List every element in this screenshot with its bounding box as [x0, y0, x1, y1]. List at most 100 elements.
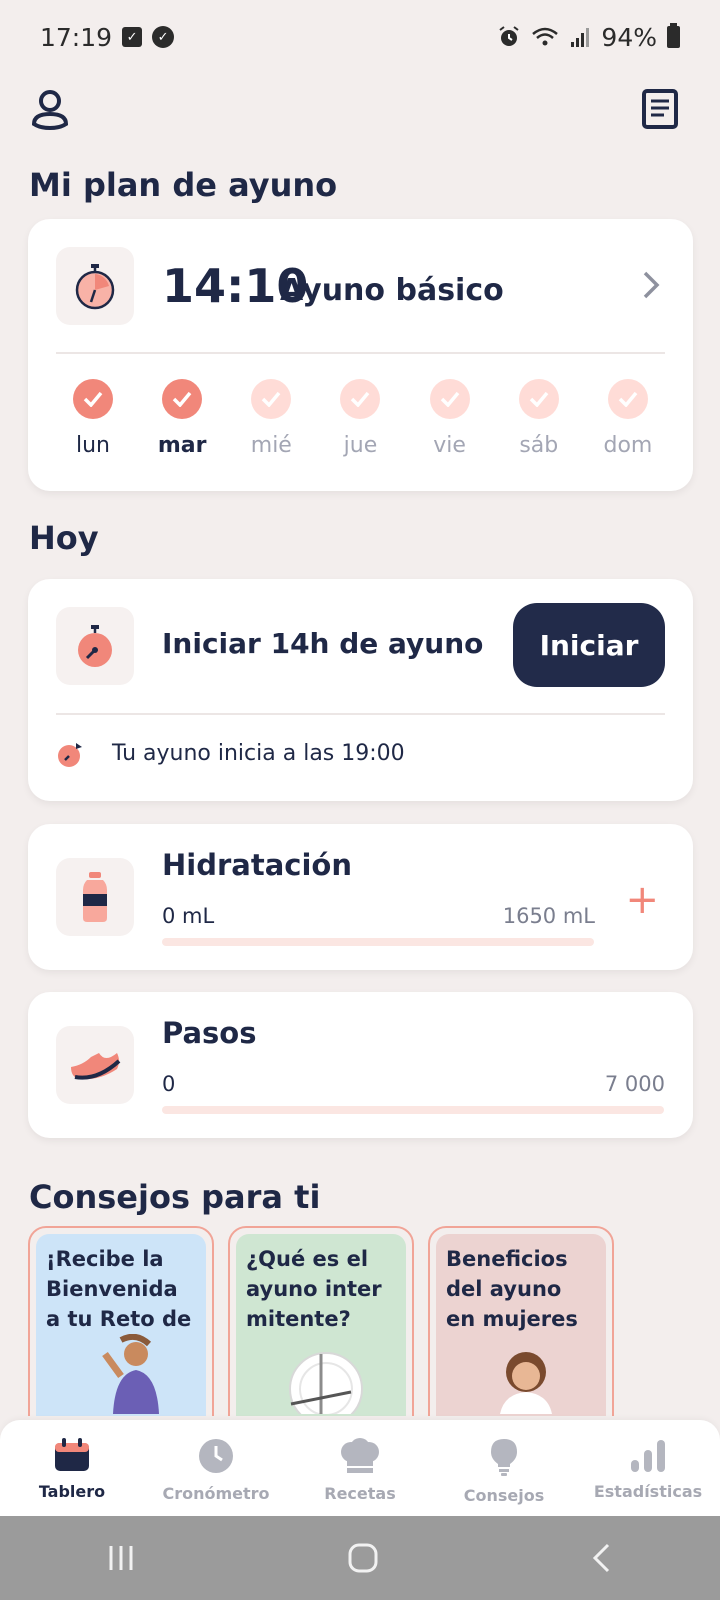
steps-current: 0 [162, 1072, 176, 1096]
nav-estadisticas[interactable]: Estadísticas [576, 1420, 720, 1516]
plan-name: Ayuno básico [280, 273, 504, 308]
bottom-navigation: Tablero Cronómetro Recetas Consejos Esta… [0, 1420, 720, 1516]
day-label: sáb [519, 433, 559, 458]
fast-start-icon [58, 743, 82, 767]
add-water-button[interactable]: + [625, 880, 659, 920]
plate-illustration [289, 1352, 363, 1414]
day-mar: mar [147, 379, 217, 458]
tip-card-title: ¡Recibe la Bienvenida a tu Reto de [46, 1247, 192, 1331]
day-sab: sáb [504, 379, 574, 458]
profile-button[interactable] [28, 87, 72, 131]
today-fast-title: Iniciar 14h de ayuno [162, 627, 484, 660]
plan-section-title: Mi plan de ayuno [29, 166, 338, 204]
notification-check-icon: ✓ [122, 27, 143, 47]
plan-icon-tile [56, 247, 134, 325]
smiling-woman-illustration [500, 1352, 552, 1414]
journal-icon [642, 89, 678, 129]
day-label: dom [603, 433, 653, 458]
tip-card-title: Beneficios del ayuno en mujeres [446, 1247, 578, 1331]
tip-card[interactable]: ¿Qué es el ayuno inter mitente? [228, 1226, 414, 1416]
check-icon [251, 379, 292, 419]
steps-card[interactable]: Pasos 0 7 000 [28, 992, 693, 1138]
system-navigation-bar [0, 1516, 720, 1600]
day-vie: vie [415, 379, 485, 458]
bar-chart-icon [631, 1440, 665, 1472]
day-label: vie [433, 433, 466, 458]
status-bar: 17:19 ✓ ✓ 94% [0, 0, 720, 74]
plan-week-days: lun mar mié jue vie sáb dom [58, 379, 663, 458]
day-label: lun [76, 433, 110, 458]
tips-carousel[interactable]: ¡Recibe la Bienvenida a tu Reto de ¿Qué … [28, 1226, 720, 1416]
fast-icon-tile [56, 607, 134, 685]
chef-hat-icon [341, 1438, 379, 1473]
tip-card[interactable]: Beneficios del ayuno en mujeres [428, 1226, 614, 1416]
nav-label: Recetas [324, 1484, 396, 1503]
back-icon[interactable] [590, 1542, 614, 1574]
check-icon [518, 379, 559, 419]
day-jue: jue [325, 379, 395, 458]
fasting-plan-card[interactable]: 14:10 Ayuno básico lun mar mié jue vie s… [28, 219, 693, 491]
hydration-title: Hidratación [162, 848, 352, 882]
nav-label: Tablero [38, 1482, 106, 1501]
hydration-icon-tile [56, 858, 134, 936]
check-icon [607, 379, 648, 419]
day-mie: mié [236, 379, 306, 458]
today-section-title: Hoy [29, 519, 99, 557]
alarm-icon [499, 26, 520, 46]
status-time: 17:19 [40, 22, 113, 52]
hydration-current: 0 mL [162, 904, 215, 928]
woman-illustration [102, 1334, 159, 1414]
check-icon [340, 379, 381, 419]
check-icon [429, 379, 470, 419]
steps-title: Pasos [162, 1016, 257, 1050]
day-dom: dom [593, 379, 663, 458]
journal-button[interactable] [638, 87, 682, 131]
tip-card-inner: ¿Qué es el ayuno inter mitente? [236, 1234, 406, 1416]
day-label: mié [250, 433, 292, 458]
steps-progress-bar [162, 1106, 664, 1114]
today-divider [56, 713, 665, 715]
nav-label: Estadísticas [593, 1482, 703, 1501]
tip-card-title: ¿Qué es el ayuno inter mitente? [246, 1247, 382, 1331]
day-label: jue [343, 433, 378, 458]
nav-label: Cronómetro [162, 1484, 270, 1503]
top-bar [28, 84, 682, 134]
tip-card[interactable]: ¡Recibe la Bienvenida a tu Reto de [28, 1226, 214, 1416]
check-icon [73, 379, 113, 419]
signal-icon [571, 28, 590, 47]
water-bottle-icon [83, 872, 107, 922]
tip-card-inner: ¡Recibe la Bienvenida a tu Reto de [36, 1234, 206, 1416]
profile-icon [31, 90, 69, 130]
nav-recetas[interactable]: Recetas [288, 1420, 432, 1516]
stopwatch-icon [75, 264, 115, 310]
tips-section-title: Consejos para ti [29, 1178, 321, 1216]
chevron-right-icon [643, 271, 660, 299]
fast-start-note: Tu ayuno inicia a las 19:00 [112, 741, 405, 766]
day-label: mar [157, 433, 207, 458]
today-fast-card: Iniciar 14h de ayuno Iniciar Tu ayuno in… [28, 579, 693, 801]
wifi-icon [532, 27, 559, 46]
nav-tablero[interactable]: Tablero [0, 1420, 144, 1516]
notification-badge-icon: ✓ [152, 26, 175, 48]
tip-card-inner: Beneficios del ayuno en mujeres [436, 1234, 606, 1416]
clock-icon [199, 1439, 233, 1473]
day-lun: lun [58, 379, 128, 458]
timer-icon [78, 625, 112, 667]
nav-consejos[interactable]: Consejos [432, 1420, 576, 1516]
hydration-card[interactable]: Hidratación 0 mL 1650 mL + [28, 824, 693, 970]
nav-label: Consejos [463, 1486, 545, 1505]
hydration-progress-bar [162, 938, 594, 946]
sneaker-icon [71, 1053, 121, 1080]
plan-divider [56, 352, 665, 354]
check-icon [162, 379, 203, 419]
battery-icon [667, 23, 680, 48]
home-icon[interactable] [347, 1542, 379, 1574]
steps-goal: 7 000 [604, 1072, 665, 1096]
nav-cronometro[interactable]: Cronómetro [144, 1420, 288, 1516]
recent-apps-icon[interactable] [106, 1543, 136, 1573]
calendar-icon [55, 1438, 89, 1471]
start-fast-button[interactable]: Iniciar [513, 603, 665, 687]
hydration-goal: 1650 mL [502, 904, 595, 928]
battery-percent: 94% [601, 22, 657, 52]
steps-icon-tile [56, 1026, 134, 1104]
